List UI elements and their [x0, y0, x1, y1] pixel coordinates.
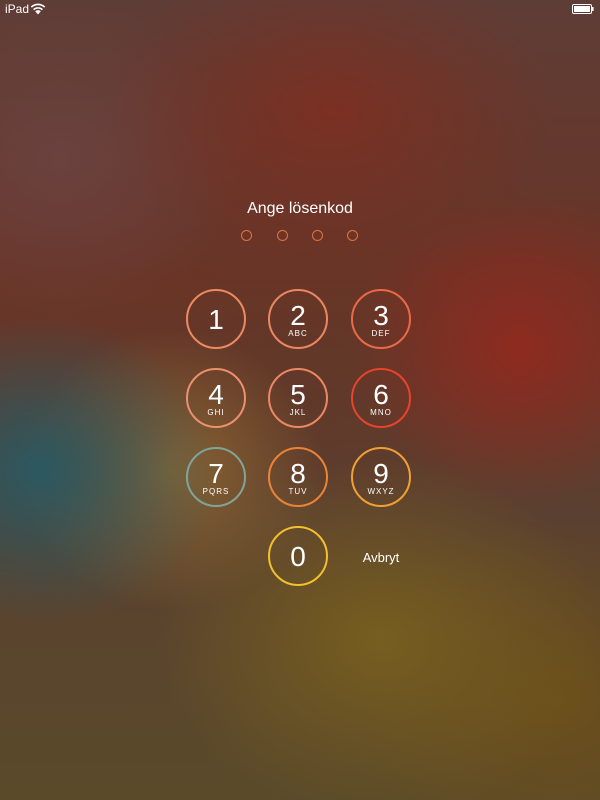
key-0[interactable]: 0: [268, 526, 328, 586]
key-digit: 9: [373, 458, 389, 489]
key-6[interactable]: 6 MNO: [351, 368, 411, 428]
key-letters: DEF: [371, 329, 391, 338]
key-digit: 6: [373, 379, 389, 410]
key-letters: WXYZ: [367, 487, 395, 496]
key-digit: 1: [208, 304, 224, 335]
key-letters: MNO: [370, 408, 392, 417]
key-7[interactable]: 7 PQRS: [186, 447, 246, 507]
key-1[interactable]: 1: [186, 289, 246, 349]
key-letters: JKL: [289, 408, 307, 417]
cancel-button[interactable]: Avbryt: [351, 550, 411, 566]
key-letters: GHI: [207, 408, 225, 417]
key-digit: 0: [290, 541, 306, 572]
key-digit: 7: [208, 458, 224, 489]
key-digit: 3: [373, 300, 389, 331]
key-9[interactable]: 9 WXYZ: [351, 447, 411, 507]
key-letters: TUV: [288, 487, 308, 496]
key-digit: 8: [290, 458, 306, 489]
key-digit: 5: [290, 379, 306, 410]
key-4[interactable]: 4 GHI: [186, 368, 246, 428]
key-digit: 2: [290, 300, 306, 331]
key-letters: ABC: [288, 329, 308, 338]
key-3[interactable]: 3 DEF: [351, 289, 411, 349]
key-digit: 4: [208, 379, 224, 410]
key-2[interactable]: 2 ABC: [268, 289, 328, 349]
key-5[interactable]: 5 JKL: [268, 368, 328, 428]
key-letters: PQRS: [202, 487, 230, 496]
key-8[interactable]: 8 TUV: [268, 447, 328, 507]
keypad: 1 2 ABC 3 DEF 4 GHI 5 JKL 6 MNO 7 PQRS 8 TUV 9 WXYZ 0: [0, 0, 600, 800]
